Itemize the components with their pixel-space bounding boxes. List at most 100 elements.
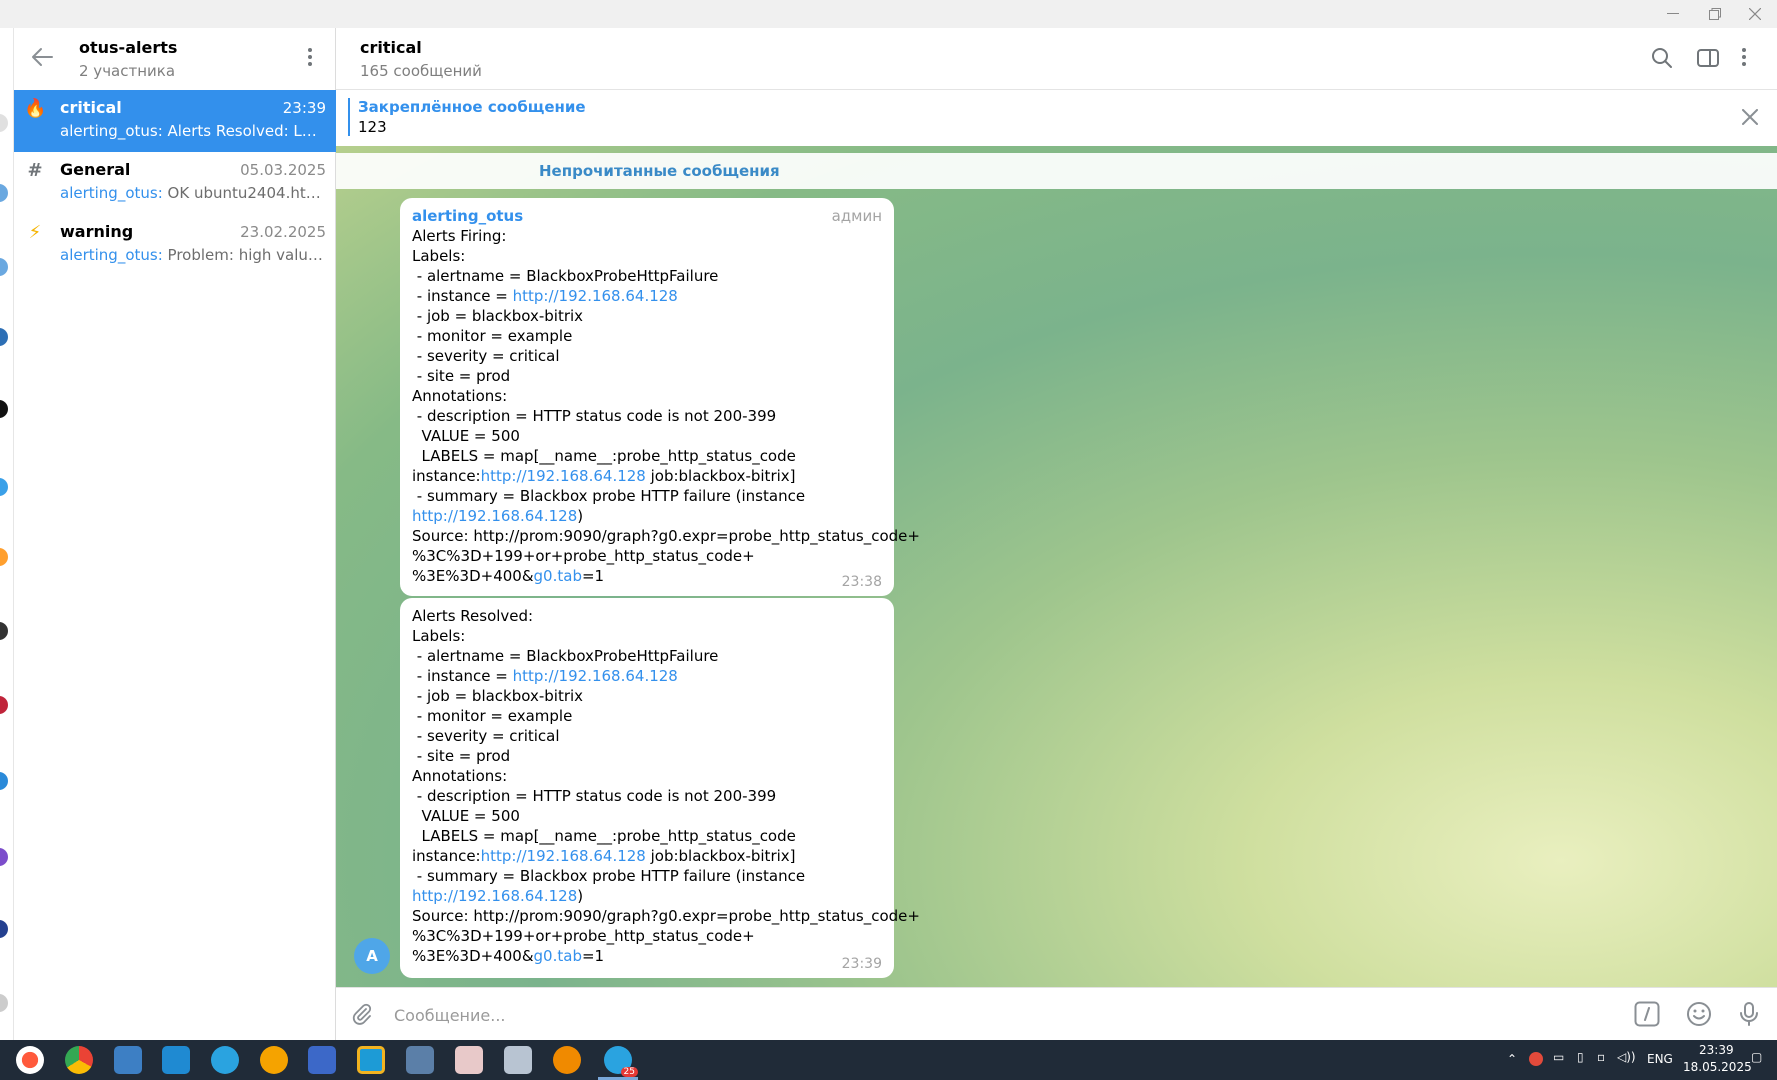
folder-avatar[interactable] bbox=[0, 622, 8, 640]
text-segment: job:blackbox-bitrix] bbox=[645, 847, 796, 865]
message-line: - summary = Blackbox probe HTTP failure … bbox=[412, 487, 806, 505]
volume-icon[interactable]: ◁)) bbox=[1617, 1050, 1636, 1064]
chat-title[interactable]: critical bbox=[360, 38, 422, 57]
chat-time: 23:39 bbox=[282, 99, 326, 117]
message-sender[interactable]: alerting_otus bbox=[412, 206, 882, 226]
message-line: Labels: bbox=[412, 247, 466, 265]
file-manager-icon[interactable] bbox=[308, 1046, 336, 1074]
yandex-browser-icon[interactable] bbox=[16, 1046, 44, 1074]
message-line: Source: http://prom:9090/graph?g0.expr=p… bbox=[412, 907, 920, 925]
app-icon-2[interactable] bbox=[504, 1046, 532, 1074]
battery-icon[interactable]: ▯ bbox=[1577, 1050, 1584, 1064]
blender-icon[interactable] bbox=[553, 1046, 581, 1074]
text-segment: ) bbox=[577, 887, 584, 905]
folder-icon[interactable] bbox=[357, 1046, 385, 1074]
app-icon[interactable] bbox=[455, 1046, 483, 1074]
folder-avatar[interactable] bbox=[0, 548, 8, 566]
close-icon bbox=[1749, 8, 1761, 20]
vscode-icon[interactable] bbox=[162, 1046, 190, 1074]
telegram-icon-active[interactable]: 25 bbox=[604, 1046, 638, 1077]
instance-link[interactable]: http://192.168.64.128 bbox=[513, 287, 678, 305]
message-line: Source: http://prom:9090/graph?g0.expr=p… bbox=[412, 527, 920, 545]
folder-avatar[interactable] bbox=[0, 848, 8, 866]
folder-avatar[interactable] bbox=[0, 114, 8, 132]
clock-date[interactable]: 18.05.2025 bbox=[1683, 1060, 1752, 1074]
folder-avatar[interactable] bbox=[0, 478, 8, 496]
message-line: Annotations: bbox=[412, 387, 508, 405]
pinned-message-bar[interactable]: Закреплённое сообщение 123 bbox=[336, 90, 1777, 146]
minimize-icon bbox=[1667, 13, 1679, 14]
chat-item-general[interactable]: # General 05.03.2025 alerting_otus: OK u… bbox=[14, 152, 336, 214]
voice-record-button[interactable] bbox=[1736, 1001, 1764, 1029]
folder-avatar[interactable] bbox=[0, 994, 8, 1012]
message-composer bbox=[336, 987, 1777, 1040]
aimp-icon[interactable] bbox=[260, 1046, 288, 1074]
virtualbox-icon[interactable] bbox=[406, 1046, 434, 1074]
image-viewer-icon[interactable] bbox=[114, 1046, 142, 1074]
preview-text: OK ubuntu2404.httpre... bbox=[167, 184, 324, 202]
folder-avatar[interactable] bbox=[0, 258, 8, 276]
arrow-left-icon bbox=[32, 48, 53, 66]
instance-link[interactable]: http://192.168.64.128 bbox=[412, 507, 577, 525]
message-bubble[interactable]: alerting_otus админ Alerts Firing: Label… bbox=[400, 198, 920, 596]
message-line: - severity = critical bbox=[412, 347, 560, 365]
text-segment: - instance = bbox=[412, 287, 513, 305]
chrome-icon[interactable] bbox=[65, 1046, 93, 1074]
folder-avatar[interactable] bbox=[0, 696, 8, 714]
message-bubble[interactable]: Alerts Resolved: Labels: - alertname = B… bbox=[400, 598, 920, 978]
instance-link[interactable]: http://192.168.64.128 bbox=[481, 847, 646, 865]
message-line: %3E%3D+400&g0.tab=1 bbox=[412, 566, 882, 586]
message-line: - severity = critical bbox=[412, 727, 560, 745]
language-indicator[interactable]: ENG bbox=[1647, 1052, 1673, 1066]
chat-item-warning[interactable]: ⚡ warning 23.02.2025 alerting_otus: Prob… bbox=[14, 214, 336, 276]
group-menu-button[interactable] bbox=[306, 48, 314, 70]
folder-avatar[interactable] bbox=[0, 920, 8, 938]
chat-time: 23.02.2025 bbox=[240, 223, 326, 241]
message-line: LABELS = map[__name__:probe_http_status_… bbox=[412, 827, 796, 845]
close-pinned-button[interactable] bbox=[1739, 106, 1761, 128]
instance-link[interactable]: http://192.168.64.128 bbox=[412, 887, 577, 905]
chat-item-critical[interactable]: 🔥 critical 23:39 alerting_otus: Alerts R… bbox=[14, 90, 336, 152]
sidebar-toggle-button[interactable] bbox=[1696, 46, 1722, 72]
chat-subtitle: 165 сообщений bbox=[360, 62, 482, 80]
telegram-icon[interactable] bbox=[211, 1046, 239, 1074]
folder-avatar[interactable] bbox=[0, 328, 8, 346]
chevron-up-icon[interactable]: ⌃ bbox=[1507, 1052, 1517, 1066]
tray-app-icon[interactable] bbox=[1529, 1052, 1543, 1066]
folder-avatar[interactable] bbox=[0, 184, 8, 202]
folder-avatar[interactable] bbox=[0, 400, 8, 418]
pinned-text: 123 bbox=[358, 118, 387, 136]
text-segment: ) bbox=[577, 507, 584, 525]
more-vertical-icon bbox=[306, 48, 314, 66]
chat-menu-button[interactable] bbox=[1740, 48, 1748, 74]
display-icon[interactable]: ▫ bbox=[1597, 1050, 1605, 1064]
back-button[interactable] bbox=[30, 46, 58, 70]
message-line: - alertname = BlackboxProbeHttpFailure bbox=[412, 647, 719, 665]
tab-link[interactable]: g0.tab bbox=[534, 567, 582, 585]
notifications-icon[interactable]: ▢ bbox=[1751, 1050, 1762, 1064]
pinned-indicator bbox=[348, 98, 350, 136]
chat-name: General bbox=[60, 160, 131, 179]
network-icon[interactable]: ▭ bbox=[1553, 1050, 1564, 1064]
message-line: - monitor = example bbox=[412, 707, 573, 725]
search-button[interactable] bbox=[1650, 46, 1676, 72]
attach-button[interactable] bbox=[350, 1002, 374, 1026]
message-line: http://192.168.64.128) bbox=[412, 506, 882, 526]
minimize-button[interactable] bbox=[1653, 2, 1693, 26]
instance-link[interactable]: http://192.168.64.128 bbox=[481, 467, 646, 485]
clock-time[interactable]: 23:39 bbox=[1699, 1043, 1734, 1057]
message-line: - site = prod bbox=[412, 367, 511, 385]
instance-link[interactable]: http://192.168.64.128 bbox=[513, 667, 678, 685]
message-line: Alerts Firing: bbox=[412, 227, 507, 245]
avatar[interactable]: A bbox=[354, 938, 390, 974]
folder-avatar[interactable] bbox=[0, 772, 8, 790]
close-window-button[interactable] bbox=[1735, 2, 1775, 26]
bot-commands-button[interactable] bbox=[1634, 1001, 1662, 1029]
tab-link[interactable]: g0.tab bbox=[534, 947, 582, 965]
restore-button[interactable] bbox=[1695, 2, 1735, 26]
preview-sender: alerting_otus: bbox=[60, 184, 163, 202]
emoji-button[interactable] bbox=[1686, 1001, 1714, 1029]
message-line: - description = HTTP status code is not … bbox=[412, 787, 777, 805]
message-input[interactable] bbox=[394, 1000, 1594, 1030]
chat-preview: alerting_otus: Alerts Resolved: Label... bbox=[60, 122, 324, 140]
